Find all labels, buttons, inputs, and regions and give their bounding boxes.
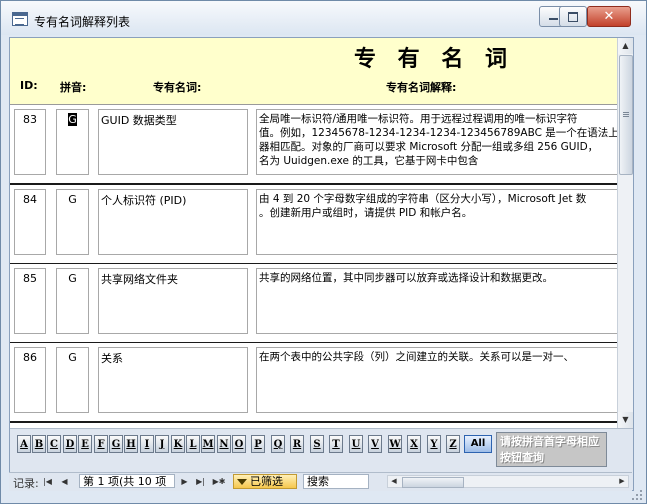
desc-line: 名为 Uuidgen.exe 的工具，它基于网卡中包含 xyxy=(259,155,479,167)
pinyin-field[interactable]: G xyxy=(56,268,89,334)
horizontal-scroll-thumb[interactable] xyxy=(402,477,464,488)
term-column-label: 专有名词: xyxy=(153,81,202,94)
id-column-label: ID: xyxy=(20,79,38,92)
record-list: 83 G GUID 数据类型 全局唯一标识符/通用唯一标识符。用于远程过程调用的… xyxy=(10,105,617,428)
letter-button-k[interactable]: K xyxy=(171,435,185,453)
record-row: 83 G GUID 数据类型 全局唯一标识符/通用唯一标识符。用于远程过程调用的… xyxy=(10,105,617,185)
resize-grip-icon[interactable] xyxy=(631,489,643,501)
desc-line: 在两个表中的公共字段（列）之间建立的关联。关系可以是一对一、 xyxy=(259,351,574,363)
term-field[interactable]: GUID 数据类型 xyxy=(98,109,248,175)
letter-button-v[interactable]: V xyxy=(368,435,382,453)
letter-button-n[interactable]: N xyxy=(217,435,231,453)
letter-button-b[interactable]: B xyxy=(32,435,46,453)
pinyin-column-label: 拼音: xyxy=(60,81,87,94)
scroll-left-icon[interactable]: ◀ xyxy=(388,476,400,487)
form-header: 专 有 名 词 ID: 拼音: 专有名词: 专有名词解释: xyxy=(10,38,617,104)
desc-field[interactable]: 在两个表中的公共字段（列）之间建立的关联。关系可以是一对一、 xyxy=(256,347,617,413)
letter-button-s[interactable]: S xyxy=(310,435,324,453)
letter-button-p[interactable]: P xyxy=(251,435,265,453)
scroll-down-icon[interactable]: ▼ xyxy=(618,412,633,428)
letter-button-x[interactable]: X xyxy=(407,435,421,453)
funnel-icon xyxy=(237,479,247,485)
close-icon: ✕ xyxy=(603,9,615,24)
term-field[interactable]: 个人标识符 (PID) xyxy=(98,189,248,255)
letter-button-d[interactable]: D xyxy=(63,435,77,453)
letter-button-m[interactable]: M xyxy=(201,435,215,453)
pinyin-value-selected: G xyxy=(68,113,77,126)
letter-button-u[interactable]: U xyxy=(349,435,363,453)
form-body: 专 有 名 词 ID: 拼音: 专有名词: 专有名词解释: 83 G GUID … xyxy=(9,37,634,491)
horizontal-scrollbar[interactable]: ◀ ▶ xyxy=(387,475,629,488)
letter-button-i[interactable]: I xyxy=(140,435,154,453)
id-field[interactable]: 83 xyxy=(14,109,46,175)
desc-line: 。创建新用户或组时，请提供 PID 和帐户名。 xyxy=(259,207,473,219)
letter-button-w[interactable]: W xyxy=(388,435,402,453)
last-record-icon[interactable]: ▶| xyxy=(195,476,206,487)
page-title: 专 有 名 词 xyxy=(354,46,514,72)
term-field[interactable]: 关系 xyxy=(98,347,248,413)
record-row: 85 G 共享网络文件夹 共享的网络位置，其中同步器可以放弃或选择设计和数据更改… xyxy=(10,264,617,344)
letter-button-t[interactable]: T xyxy=(329,435,343,453)
previous-record-icon[interactable]: ◀ xyxy=(59,476,70,487)
desc-line: 共享的网络位置，其中同步器可以放弃或选择设计和数据更改。 xyxy=(259,272,553,284)
desc-line: 全局唯一标识符/通用唯一标识符。用于远程过程调用的唯一标识字符 xyxy=(259,113,578,125)
search-input[interactable]: 搜索 xyxy=(303,474,369,489)
window-title: 专有名词解释列表 xyxy=(34,15,131,29)
filter-toggle-button[interactable]: 已筛选 xyxy=(233,474,297,489)
desc-field[interactable]: 全局唯一标识符/通用唯一标识符。用于远程过程调用的唯一标识字符 值。例如，123… xyxy=(256,109,617,175)
scroll-up-icon[interactable]: ▲ xyxy=(618,38,633,54)
close-button[interactable]: ✕ xyxy=(587,6,631,27)
minimize-icon xyxy=(549,18,558,20)
desc-line: 器相匹配。对象的厂商可以要求 Microsoft 分配一组或多组 256 GUI… xyxy=(259,141,599,153)
letter-button-r[interactable]: R xyxy=(290,435,304,453)
title-bar[interactable]: 专有名词解释列表 ✕ xyxy=(1,1,646,35)
letter-button-j[interactable]: J xyxy=(155,435,169,453)
scroll-right-icon[interactable]: ▶ xyxy=(616,476,628,487)
record-navigation-bar: 记录: |◀ ◀ 第 1 项(共 10 项 ▶ ▶| ▶✱ 已筛选 搜索 ◀ ▶ xyxy=(9,472,632,491)
letter-button-q[interactable]: Q xyxy=(271,435,285,453)
maximize-icon xyxy=(568,12,578,22)
maximize-button[interactable] xyxy=(559,6,587,27)
letter-button-f[interactable]: F xyxy=(94,435,108,453)
letter-button-a[interactable]: A xyxy=(17,435,31,453)
desc-column-label: 专有名词解释: xyxy=(386,81,457,94)
first-record-icon[interactable]: |◀ xyxy=(42,476,53,487)
record-label: 记录: xyxy=(13,477,39,490)
grip-icon xyxy=(623,112,629,113)
pinyin-field[interactable]: G xyxy=(56,109,89,175)
record-row: 84 G 个人标识符 (PID) 由 4 到 20 个字母数字组成的字符串（区分… xyxy=(10,185,617,265)
desc-field[interactable]: 共享的网络位置，其中同步器可以放弃或选择设计和数据更改。 xyxy=(256,268,617,334)
pinyin-field[interactable]: G xyxy=(56,347,89,413)
letter-button-c[interactable]: C xyxy=(47,435,61,453)
letter-button-h[interactable]: H xyxy=(124,435,138,453)
next-record-icon[interactable]: ▶ xyxy=(179,476,190,487)
id-field[interactable]: 86 xyxy=(14,347,46,413)
record-row: 86 G 关系 在两个表中的公共字段（列）之间建立的关联。关系可以是一对一、 xyxy=(10,343,617,423)
letter-button-g[interactable]: G xyxy=(109,435,123,453)
scroll-thumb[interactable] xyxy=(619,55,633,175)
id-field[interactable]: 85 xyxy=(14,268,46,334)
access-form-window: 专有名词解释列表 ✕ 专 有 名 词 ID: 拼音: 专有名词: 专有名词解释:… xyxy=(0,0,647,504)
letter-button-z[interactable]: Z xyxy=(446,435,460,453)
letter-button-o[interactable]: O xyxy=(232,435,246,453)
letter-button-e[interactable]: E xyxy=(78,435,92,453)
all-button[interactable]: All xyxy=(464,435,492,453)
form-icon xyxy=(12,12,28,26)
desc-field[interactable]: 由 4 到 20 个字母数字组成的字符串（区分大小写），Microsoft Je… xyxy=(256,189,617,255)
record-position-field[interactable]: 第 1 项(共 10 项 xyxy=(79,474,175,488)
search-hint-label: 请按拼音首字母相应按钮查询 xyxy=(496,432,607,467)
term-field[interactable]: 共享网络文件夹 xyxy=(98,268,248,334)
pinyin-field[interactable]: G xyxy=(56,189,89,255)
letter-button-l[interactable]: L xyxy=(186,435,200,453)
filter-label: 已筛选 xyxy=(250,475,283,488)
vertical-scrollbar[interactable]: ▲ ▼ xyxy=(617,38,633,428)
desc-line: 由 4 到 20 个字母数字组成的字符串（区分大小写），Microsoft Je… xyxy=(259,193,587,205)
letter-button-y[interactable]: Y xyxy=(427,435,441,453)
id-field[interactable]: 84 xyxy=(14,189,46,255)
desc-line: 值。例如，12345678-1234-1234-1234-123456789AB… xyxy=(259,127,617,139)
new-record-icon[interactable]: ▶✱ xyxy=(212,476,226,487)
